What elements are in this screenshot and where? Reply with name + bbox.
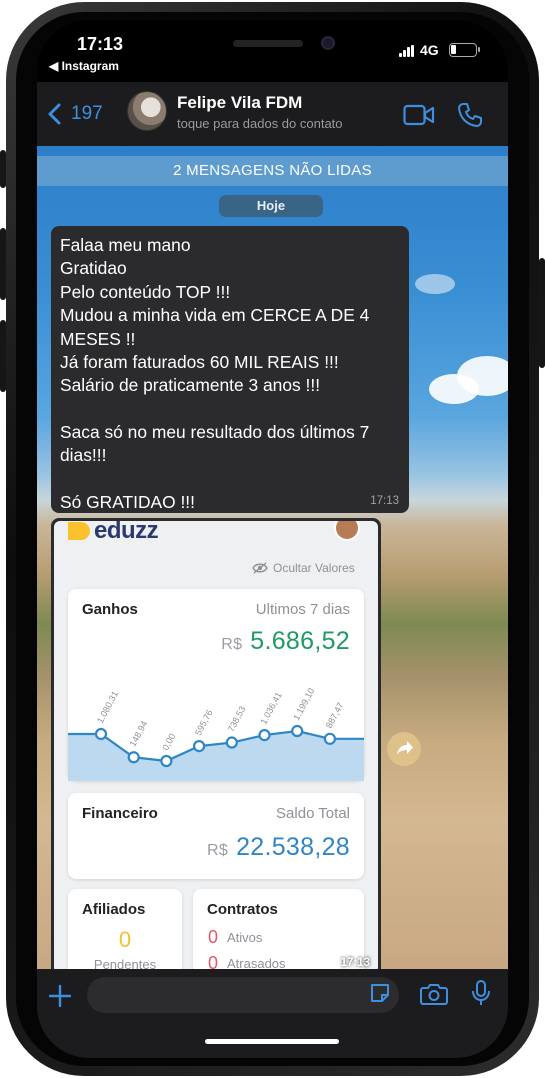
forward-arrow-icon	[397, 741, 413, 755]
contact-avatar[interactable]	[127, 91, 167, 131]
chart-data-label: 1.080,31	[95, 689, 120, 725]
message-text-input[interactable]	[87, 977, 399, 1013]
status-bar: 17:13 ◀ Instagram 4G	[37, 20, 508, 82]
chart-area-fill	[68, 731, 364, 781]
message-line: Mudou a minha vida em CERCE A DE 4	[60, 305, 370, 326]
date-separator: Hoje	[219, 195, 323, 217]
affiliates-title: Afiliados	[82, 901, 146, 918]
chart-point	[94, 727, 108, 741]
financial-amount: 22.538,28	[236, 833, 350, 861]
eduzz-logo: eduzz	[68, 521, 159, 544]
power-button	[539, 258, 545, 368]
message-line: Gratidao	[60, 258, 127, 279]
eduzz-dashboard-screenshot: eduzz Ocultar Valores Ganhos Ultimos 7 d…	[54, 521, 378, 969]
plus-icon[interactable]	[47, 983, 73, 1009]
contact-name[interactable]: Felipe Vila FDM	[177, 93, 302, 113]
video-call-icon[interactable]	[403, 104, 435, 126]
message-input-bar	[37, 969, 508, 1058]
chart-point	[291, 724, 304, 738]
earpiece-speaker	[233, 40, 303, 47]
chart-point	[258, 728, 271, 742]
contracts-active-label: Ativos	[227, 930, 263, 945]
chart-point	[323, 732, 336, 745]
contracts-card: Contratos 0 Ativos 0 Atrasados	[193, 889, 364, 969]
message-line: Já foram faturados 60 MIL REAIS !!!	[60, 352, 339, 373]
volume-up-button	[0, 228, 6, 300]
hide-values-label: Ocultar Valores	[273, 561, 355, 575]
message-line: Só GRATIDAO !!!	[60, 491, 195, 512]
affiliates-count: 0	[118, 927, 132, 952]
contracts-active-count: 0	[207, 927, 218, 947]
message-line: Pelo conteúdo TOP !!!	[60, 281, 231, 302]
message-line: Saca só no meu resultado dos últimos 7	[60, 421, 370, 442]
microphone-icon[interactable]	[471, 979, 491, 1007]
incoming-text-message[interactable]: Falaa meu mano Gratidao Pelo conteúdo TO…	[51, 226, 409, 513]
phone-screen: 17:13 ◀ Instagram 4G 197 Felipe Vila FDM…	[37, 20, 508, 1058]
chart-data-label: 1.036,41	[258, 690, 283, 726]
phone-call-icon[interactable]	[457, 102, 483, 128]
contact-subtitle[interactable]: toque para dados do contato	[177, 116, 343, 131]
contracts-late-count: 0	[207, 953, 218, 969]
financial-title: Financeiro	[82, 805, 158, 822]
forward-button[interactable]	[387, 732, 421, 766]
chart-point	[127, 751, 140, 764]
contracts-active-row: 0 Ativos	[207, 927, 262, 948]
unread-messages-banner: 2 MENSAGENS NÃO LIDAS	[37, 156, 508, 186]
financial-card: Financeiro Saldo Total R$ 22.538,28	[68, 793, 364, 879]
financial-amount-row: R$ 22.538,28	[207, 833, 350, 862]
camera-icon[interactable]	[420, 982, 448, 1006]
signal-icon	[399, 45, 415, 57]
financial-currency: R$	[207, 842, 229, 859]
front-camera	[321, 36, 335, 50]
image-message-timestamp: 17:13	[340, 957, 370, 969]
chat-area: 2 MENSAGENS NÃO LIDAS Hoje Falaa meu man…	[37, 146, 508, 969]
chart-data-label: 887,47	[324, 701, 346, 730]
contracts-late-label: Atrasados	[227, 956, 286, 969]
chart-data-label: 148,94	[128, 719, 150, 748]
background-cloud	[415, 274, 455, 294]
earnings-chart: 1.080,31 148,94 0,00 595,76 738,53 1.036,41 1.…	[68, 686, 364, 781]
hide-values-toggle: Ocultar Valores	[252, 561, 355, 575]
earnings-card: Ganhos Ultimos 7 dias R$ 5.686,52 1.080,3…	[68, 589, 364, 781]
eduzz-user-avatar	[334, 521, 360, 541]
mute-switch	[0, 150, 6, 188]
volume-down-button	[0, 320, 6, 392]
chart-point	[225, 736, 238, 749]
chart-data-label: 595,76	[193, 708, 215, 737]
affiliates-card: Afiliados 0 Pendentes	[68, 889, 182, 969]
chart-point	[193, 740, 206, 753]
message-line: Salário de praticamente 3 anos !!!	[60, 375, 321, 396]
eduzz-logo-mark	[68, 522, 90, 540]
back-button[interactable]: 197	[47, 96, 103, 132]
message-line: MESES !!	[60, 328, 136, 349]
unread-chats-count: 197	[71, 103, 103, 124]
message-timestamp: 17:13	[370, 495, 399, 507]
chart-data-label: 738,53	[226, 704, 248, 733]
home-indicator	[205, 1039, 339, 1044]
incoming-image-message[interactable]: eduzz Ocultar Valores Ganhos Ultimos 7 d…	[51, 518, 381, 969]
chart-data-label: 1.199,10	[291, 686, 316, 722]
financial-label: Saldo Total	[276, 805, 350, 822]
network-type: 4G	[420, 42, 439, 58]
contracts-title: Contratos	[207, 901, 278, 918]
contracts-late-row: 0 Atrasados	[207, 953, 286, 969]
eye-off-icon	[252, 562, 268, 574]
message-line: dias!!!	[60, 445, 107, 466]
chat-header: 197 Felipe Vila FDM toque para dados do …	[37, 82, 508, 146]
chart-point	[160, 754, 173, 768]
chart-data-label: 0,00	[160, 732, 177, 752]
sticker-icon[interactable]	[369, 982, 391, 1004]
eduzz-logo-text: eduzz	[94, 521, 159, 544]
background-cloud	[429, 374, 479, 404]
affiliates-label: Pendentes	[93, 957, 157, 969]
back-to-app-link[interactable]: ◀ Instagram	[49, 59, 119, 73]
chevron-left-icon	[48, 103, 61, 125]
battery-icon	[449, 43, 480, 57]
message-line: Falaa meu mano	[60, 235, 191, 255]
status-time: 17:13	[77, 34, 124, 54]
